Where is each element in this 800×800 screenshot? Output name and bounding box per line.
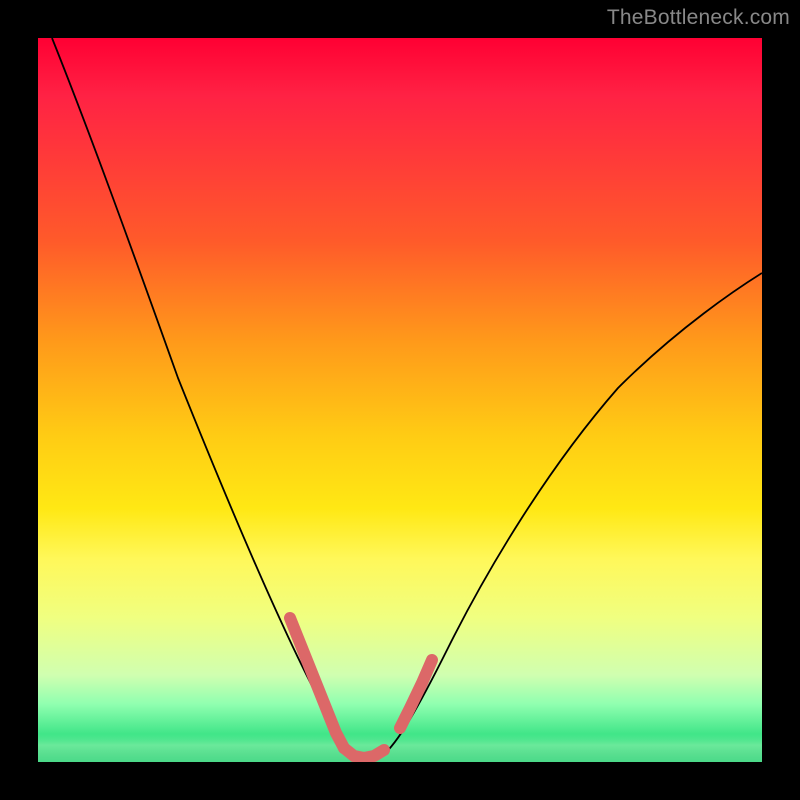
chart-frame: TheBottleneck.com bbox=[0, 0, 800, 800]
bottleneck-curve bbox=[52, 38, 762, 760]
marker-right-ascent bbox=[400, 660, 432, 728]
watermark-text: TheBottleneck.com bbox=[607, 6, 790, 30]
marker-bottom bbox=[344, 748, 384, 758]
chart-svg bbox=[38, 38, 762, 762]
marker-left-descent bbox=[290, 618, 344, 748]
